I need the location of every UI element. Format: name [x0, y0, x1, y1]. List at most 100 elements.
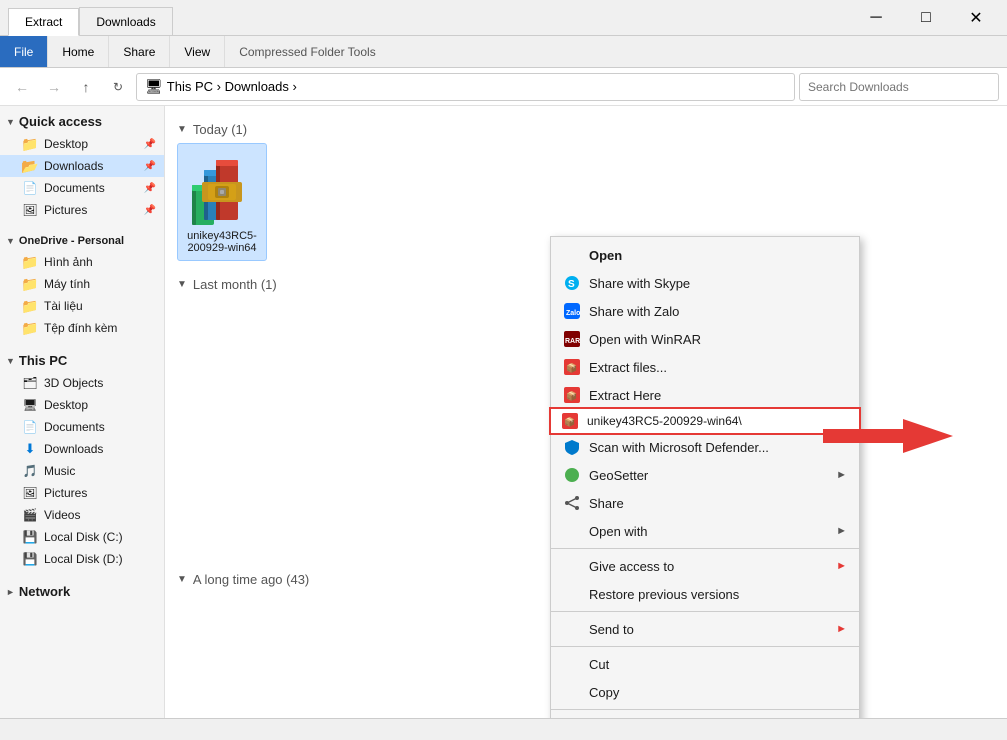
title-bar: Extract Downloads ─ □ ✕ [0, 0, 1007, 36]
ribbon-tabs: File Home Share View Compressed Folder T… [0, 36, 390, 67]
network-arrow: ► [6, 587, 15, 597]
sidebar-item-desktop-quick[interactable]: 📁 Desktop 📌 [0, 133, 164, 155]
ctx-separator-2 [551, 611, 859, 612]
folder-icon: 📁 [22, 254, 38, 270]
ribbon-tab-home[interactable]: Home [48, 36, 109, 67]
copy-icon [563, 683, 581, 701]
sidebar-item-videos[interactable]: 🎬 Videos [0, 504, 164, 526]
ctx-extract-to[interactable]: 📦 unikey43RC5-200929-win64\ [551, 409, 859, 433]
ctx-open-winrar[interactable]: RAR Open with WinRAR [551, 325, 859, 353]
sidebar-item-local-disk-c[interactable]: 💾 Local Disk (C:) [0, 526, 164, 548]
sidebar-item-maytinh[interactable]: 📁 Máy tính [0, 273, 164, 295]
ctx-extract-files-label: Extract files... [589, 360, 667, 375]
sidebar-item-downloads-quick[interactable]: 📂 Downloads 📌 [0, 155, 164, 177]
group-today[interactable]: ▼ Today (1) [177, 122, 995, 137]
ctx-send-to[interactable]: Send to ► [551, 615, 859, 643]
restore-icon [563, 585, 581, 603]
ctx-open-winrar-label: Open with WinRAR [589, 332, 701, 347]
ribbon-tab-view[interactable]: View [170, 36, 225, 67]
breadcrumb-text: This PC › Downloads › [167, 79, 297, 94]
sidebar-item-documents-pc[interactable]: 📄 Documents [0, 416, 164, 438]
ribbon-tab-compressed[interactable]: Compressed Folder Tools [225, 36, 390, 67]
ribbon-tab-share[interactable]: Share [109, 36, 170, 67]
context-menu: Open S Share with Skype Zalo Share with … [550, 236, 860, 718]
ribbon-tab-file[interactable]: File [0, 36, 48, 67]
pin-icon: 📌 [144, 183, 156, 194]
refresh-button[interactable]: ↻ [104, 73, 132, 101]
back-button[interactable]: ← [8, 73, 36, 101]
ctx-restore-label: Restore previous versions [589, 587, 739, 602]
maximize-button[interactable]: □ [903, 0, 949, 36]
sidebar-section-this-pc[interactable]: ▼ This PC [0, 349, 164, 372]
folder-icon: 📁 [22, 320, 38, 336]
group-last-month-label: Last month (1) [193, 277, 277, 292]
ctx-open-with[interactable]: Open with ► [551, 517, 859, 545]
svg-text:RAR: RAR [565, 338, 580, 345]
ctx-extract-files[interactable]: 📦 Extract files... [551, 353, 859, 381]
sidebar-item-desktop-pc[interactable]: 🖥 Desktop [0, 394, 164, 416]
breadcrumb[interactable]: 🖥 This PC › Downloads › [136, 73, 795, 101]
ctx-restore[interactable]: Restore previous versions [551, 580, 859, 608]
ctx-share-zalo[interactable]: Zalo Share with Zalo [551, 297, 859, 325]
forward-button[interactable]: → [40, 73, 68, 101]
sidebar-item-pictures-pc[interactable]: 🖼 Pictures [0, 482, 164, 504]
videos-icon: 🎬 [22, 507, 38, 523]
tab-downloads[interactable]: Downloads [79, 7, 172, 35]
ctx-create-shortcut[interactable]: Create shortcut [551, 713, 859, 718]
svg-text:📦: 📦 [566, 362, 577, 373]
sidebar-item-pictures-quick[interactable]: 🖼 Pictures 📌 [0, 199, 164, 221]
3d-icon: 🗂 [22, 375, 38, 391]
tab-extract[interactable]: Extract [8, 8, 79, 36]
close-button[interactable]: ✕ [953, 0, 999, 36]
sidebar-item-local-disk-d[interactable]: 💾 Local Disk (D:) [0, 548, 164, 570]
onedrive-arrow: ▼ [6, 236, 15, 246]
file-item-unikey[interactable]: unikey43RC5-200929-win64 [177, 143, 267, 261]
sidebar-item-hinhanh[interactable]: 📁 Hình ảnh [0, 251, 164, 273]
sidebar-item-label: Local Disk (C:) [44, 530, 123, 544]
send-to-icon [563, 620, 581, 638]
sidebar-section-onedrive[interactable]: ▼ OneDrive - Personal [0, 231, 164, 251]
search-input[interactable] [799, 73, 999, 101]
sidebar-item-label: Tài liệu [44, 299, 83, 313]
sidebar-item-label: Downloads [44, 159, 103, 173]
file-name: unikey43RC5-200929-win64 [184, 230, 260, 254]
up-button[interactable]: ↑ [72, 73, 100, 101]
ctx-open[interactable]: Open [551, 241, 859, 269]
ctx-geosetter[interactable]: GeoSetter ► [551, 461, 859, 489]
red-arrow-svg [823, 419, 953, 453]
group-last-month-arrow: ▼ [177, 279, 187, 290]
sidebar-item-label: Documents [44, 420, 105, 434]
ctx-share[interactable]: Share [551, 489, 859, 517]
sidebar-item-label: Local Disk (D:) [44, 552, 123, 566]
give-access-arrow: ► [836, 560, 847, 572]
desktop-icon: 🖥 [22, 397, 38, 413]
defender-icon [563, 438, 581, 456]
sidebar-item-music[interactable]: 🎵 Music [0, 460, 164, 482]
extract-files-icon: 📦 [563, 358, 581, 376]
svg-text:📦: 📦 [564, 416, 575, 427]
minimize-button[interactable]: ─ [853, 0, 899, 36]
group-long-ago-arrow: ▼ [177, 574, 187, 585]
sidebar-item-documents-quick[interactable]: 📄 Documents 📌 [0, 177, 164, 199]
this-pc-arrow: ▼ [6, 356, 15, 366]
quick-access-arrow: ▼ [6, 117, 15, 127]
ctx-extract-here-label: Extract Here [589, 388, 661, 403]
sidebar-item-tepdinhkem[interactable]: 📁 Tệp đính kèm [0, 317, 164, 339]
sidebar-item-3d-objects[interactable]: 🗂 3D Objects [0, 372, 164, 394]
ctx-give-access[interactable]: Give access to ► [551, 552, 859, 580]
sidebar-section-quick-access[interactable]: ▼ Quick access [0, 110, 164, 133]
ctx-share-skype[interactable]: S Share with Skype [551, 269, 859, 297]
sidebar-section-network[interactable]: ► Network [0, 580, 164, 603]
sidebar-item-downloads-pc[interactable]: ⬇ Downloads [0, 438, 164, 460]
ctx-copy[interactable]: Copy [551, 678, 859, 706]
ctx-extract-here[interactable]: 📦 Extract Here [551, 381, 859, 409]
zalo-icon: Zalo [563, 302, 581, 320]
window-controls: ─ □ ✕ [853, 0, 999, 36]
sidebar-item-tailieu[interactable]: 📁 Tài liệu [0, 295, 164, 317]
folder-blue-icon: 📂 [22, 158, 38, 174]
ctx-cut[interactable]: Cut [551, 650, 859, 678]
docs-icon: 📄 [22, 180, 38, 196]
ctx-scan-defender[interactable]: Scan with Microsoft Defender... [551, 433, 859, 461]
drive-icon: 💾 [22, 551, 38, 567]
ctx-share-skype-label: Share with Skype [589, 276, 690, 291]
